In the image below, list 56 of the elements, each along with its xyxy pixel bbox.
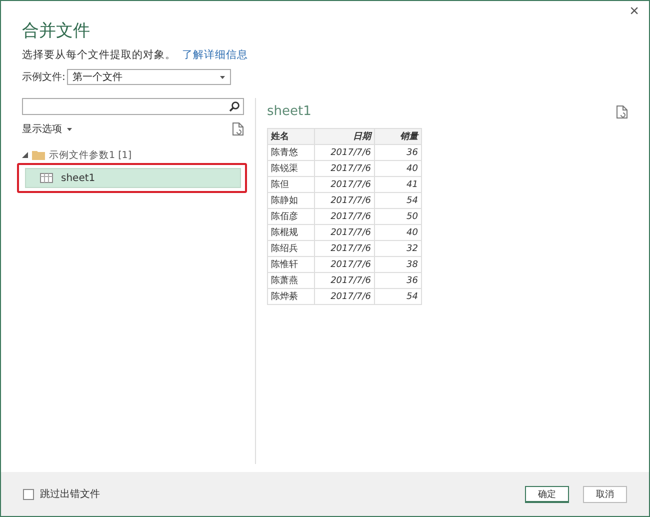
window-title: 合并文件 [22,20,91,42]
table-cell: 40 [374,160,422,176]
ok-button[interactable]: 确定 [525,486,569,502]
table-cell: 2017/7/6 [314,192,374,208]
sample-file-label: 示例文件: [22,70,66,84]
table-cell: 40 [374,224,422,240]
table-cell: 36 [374,144,422,160]
refresh-file-icon[interactable] [616,104,628,118]
table-cell: 2017/7/6 [314,224,374,240]
cancel-button[interactable]: 取消 [583,486,627,502]
table-cell: 2017/7/6 [314,160,374,176]
table-cell: 2017/7/6 [314,272,374,288]
table-cell: 54 [374,288,422,304]
search-field[interactable] [22,98,244,115]
table-cell: 陈萧燕 [268,272,314,288]
sheet-item[interactable]: sheet1 [25,168,241,188]
checkbox-label: 跳过出错文件 [40,488,100,501]
instruction-text: 选择要从每个文件提取的对象。 [22,48,176,62]
table-cell: 陈佰彦 [268,208,314,224]
column-header: 姓名 [268,128,314,144]
table-cell: 陈锐渠 [268,160,314,176]
caret-icon [220,76,226,78]
table-cell: 2017/7/6 [314,144,374,160]
learn-more-link[interactable]: 了解详细信息 [182,48,248,62]
table-cell: 2017/7/6 [314,208,374,224]
preview-title: sheet1 [267,104,312,119]
table-cell: 陈棍规 [268,224,314,240]
expanded-icon[interactable] [22,152,28,158]
close-button[interactable]: × [626,3,643,21]
table-cell: 2017/7/6 [314,288,374,304]
table-cell: 32 [374,240,422,256]
table-cell: 2017/7/6 [314,240,374,256]
table-cell: 38 [374,256,422,272]
table-cell: 陈绍兵 [268,240,314,256]
search-icon [229,101,240,112]
column-header: 日期 [314,128,374,144]
column-header: 销量 [374,128,422,144]
display-options-button[interactable]: 显示选项 [22,122,72,136]
table-cell: 36 [374,272,422,288]
folder-icon [32,150,45,160]
table-cell: 陈青悠 [268,144,314,160]
table-cell: 54 [374,192,422,208]
table-icon [40,173,53,183]
table-cell: 陈但 [268,176,314,192]
refresh-file-icon[interactable] [232,122,244,136]
table-cell: 陈惟轩 [268,256,314,272]
table-cell: 2017/7/6 [314,256,374,272]
tree-folder[interactable]: 示例文件参数1 [1] [22,148,244,162]
table-cell: 2017/7/6 [314,176,374,192]
table-cell: 陈静如 [268,192,314,208]
caret-icon [67,128,72,130]
table-cell: 50 [374,208,422,224]
table-cell: 41 [374,176,422,192]
sample-file-dropdown[interactable]: 第一个文件 [67,69,232,85]
table-cell: 陈烨綦 [268,288,314,304]
checkbox[interactable] [23,488,34,500]
